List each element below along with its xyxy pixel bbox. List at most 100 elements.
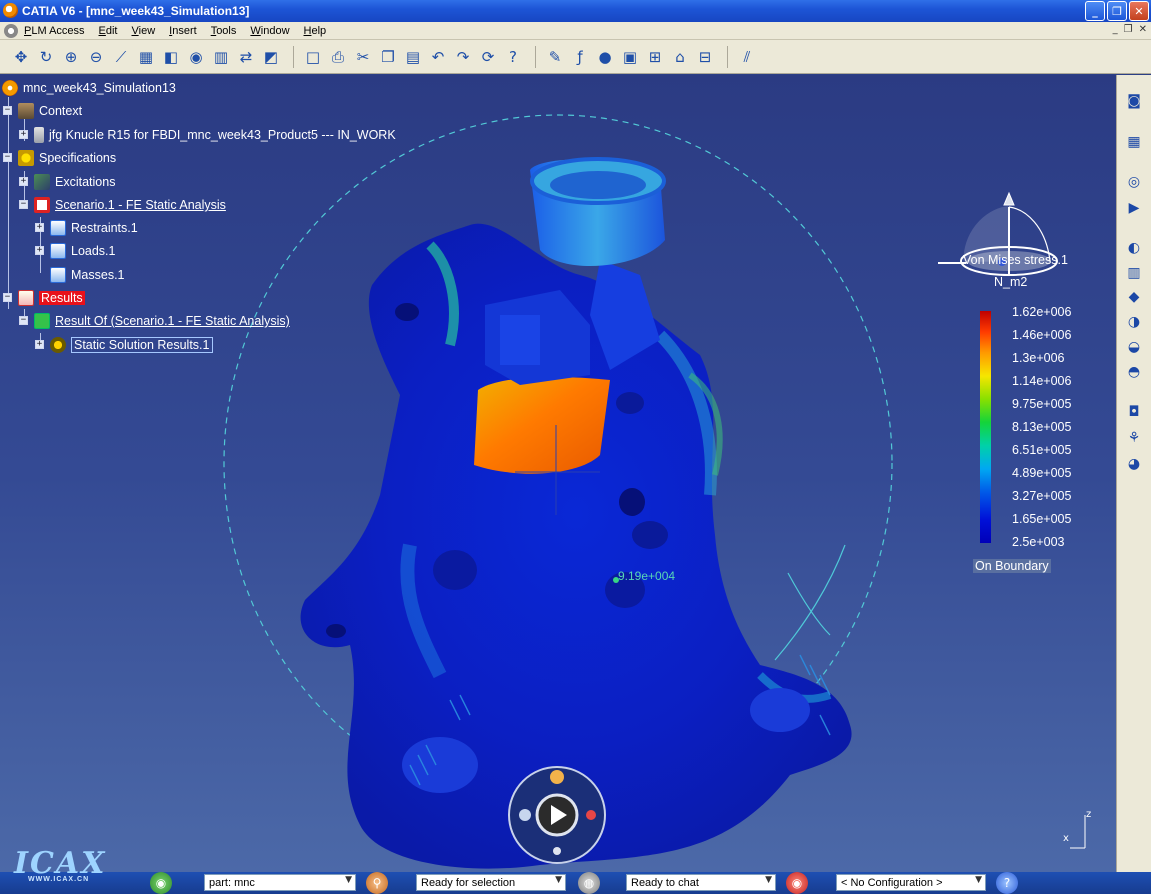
tree-item-excitations[interactable]: Excitations [34,172,115,192]
tree-expander[interactable]: − [3,293,12,302]
new-icon[interactable]: □ [302,46,324,68]
high-stress-region [474,377,610,474]
restore-button[interactable]: ❐ [1107,1,1127,21]
shading-icon[interactable]: ◉ [185,46,207,68]
zoom-in-icon[interactable]: ⊕ [60,46,82,68]
menu-plm-access[interactable]: PLM Access [24,25,85,37]
lock-icon[interactable]: ⌂ [669,46,691,68]
configuration-field[interactable]: < No Configuration > ▼ [836,874,986,891]
menu-tools[interactable]: Tools [211,25,237,37]
image-capture-icon[interactable]: ◘ [1123,401,1145,423]
doc-close-button[interactable]: ✕ [1139,24,1147,35]
part-search-field[interactable]: part: mnc ▼ [204,874,356,891]
tree-expander[interactable]: + [35,246,44,255]
rotate-icon[interactable]: ↻ [35,46,57,68]
tree-item-masses[interactable]: Masses.1 [50,265,125,285]
tree-expander[interactable]: − [3,153,12,162]
formula-icon[interactable]: ƒ [569,46,591,68]
tree-item-context[interactable]: Context [18,101,82,121]
product-icon [34,127,44,143]
menu-edit[interactable]: Edit [99,25,118,37]
tree-item-result-of[interactable]: Result Of (Scenario.1 - FE Static Analys… [34,311,290,331]
menu-window[interactable]: Window [250,25,289,37]
tree-expander[interactable]: − [19,200,28,209]
hide-show-icon[interactable]: ▥ [210,46,232,68]
catalog-icon[interactable]: ▣ [619,46,641,68]
communication-icon[interactable]: ◉ [786,872,808,894]
error-icon[interactable]: ◒ [1123,336,1145,358]
tree-item-scenario[interactable]: Scenario.1 - FE Static Analysis [34,195,226,215]
update-icon[interactable]: ⟳ [477,46,499,68]
tree-expander[interactable]: + [35,340,44,349]
swirl-icon[interactable]: ◎ [1123,171,1145,193]
multi-view-icon[interactable]: ▦ [135,46,157,68]
play-icon[interactable]: ▶ [1123,197,1145,219]
cut-icon[interactable]: ✂ [352,46,374,68]
displacement-icon[interactable]: ◆ [1123,286,1145,308]
stress-legend[interactable]: Von Mises stress.1 N_m2 1.62e+006 1.46e+… [955,253,1115,573]
help-icon[interactable]: ? [996,872,1018,894]
tree-root[interactable]: mnc_week43_Simulation13 [2,78,176,98]
document-menu-icon[interactable] [4,23,18,38]
copy-icon[interactable]: ❐ [377,46,399,68]
zoom-out-icon[interactable]: ⊖ [85,46,107,68]
chevron-down-icon[interactable]: ▼ [555,875,562,885]
menu-view[interactable]: View [132,25,156,37]
tree-item-results[interactable]: Results [18,288,85,308]
swap-icon[interactable]: ⇄ [235,46,257,68]
tree-expander[interactable]: − [19,316,28,325]
paste-icon[interactable]: ▤ [402,46,424,68]
chevron-down-icon[interactable]: ▼ [975,875,982,885]
chevron-down-icon[interactable]: ▼ [765,875,772,885]
deformation-icon[interactable]: ◐ [1123,237,1145,259]
normal-view-icon[interactable]: ⟋ [110,46,132,68]
command-wheel[interactable] [505,765,609,865]
minimize-button[interactable]: _ [1085,1,1105,21]
sketch-icon[interactable]: ✎ [544,46,566,68]
camera-icon[interactable]: ◙ [1123,90,1145,112]
cut-plane-icon[interactable]: ◕ [1123,453,1145,475]
tree-item-restraints[interactable]: Restraints.1 [50,218,138,238]
mesh-icon[interactable]: ▦ [1123,131,1145,153]
tree-icon[interactable]: ⊞ [644,46,666,68]
chevron-down-icon[interactable]: ▼ [345,875,352,885]
animate-icon[interactable]: ⚘ [1123,427,1145,449]
stress-icon[interactable]: ▥ [1123,262,1145,284]
menu-help[interactable]: Help [304,25,327,37]
comment-icon[interactable]: ● [594,46,616,68]
analysis-icon[interactable]: ⫽ [736,46,758,68]
measure-icon[interactable]: ⊟ [694,46,716,68]
tree-expander[interactable]: + [19,177,28,186]
report-icon[interactable]: ◓ [1123,361,1145,383]
chat-field[interactable]: Ready to chat ▼ [626,874,776,891]
redo-icon[interactable]: ↷ [452,46,474,68]
tree-expander[interactable]: + [19,130,28,139]
move-icon[interactable]: ✥ [10,46,32,68]
whats-this-icon[interactable]: ? [502,46,524,68]
tree-item-loads[interactable]: Loads.1 [50,241,115,261]
doc-minimize-button[interactable]: _ [1113,24,1118,35]
close-button[interactable]: ✕ [1129,1,1149,21]
menu-insert[interactable]: Insert [169,25,197,37]
results-icon [18,290,34,306]
tree-expander[interactable]: + [35,223,44,232]
iso-view-icon[interactable]: ◧ [160,46,182,68]
scenario-icon [34,197,50,213]
tree-item-static-solution[interactable]: Static Solution Results.1 [50,335,213,355]
tree-expander[interactable]: − [3,106,12,115]
search-icon[interactable]: ⚲ [366,872,388,894]
compass-button-icon[interactable]: ◉ [150,872,172,894]
tree-item-product[interactable]: jfg Knucle R15 for FBDI_mnc_week43_Produ… [34,125,396,145]
catia-app-icon[interactable] [3,3,18,18]
doc-restore-button[interactable]: ❐ [1124,24,1133,35]
undo-icon[interactable]: ↶ [427,46,449,68]
selection-field[interactable]: Ready for selection ▼ [416,874,566,891]
tree-item-specifications[interactable]: Specifications [18,148,116,168]
principal-stress-icon[interactable]: ◑ [1123,311,1145,333]
axis-x-label: x [1063,833,1069,844]
view-mode-icon[interactable]: ◩ [260,46,282,68]
3d-viewport[interactable]: mnc_week43_Simulation13 − Context + jfg … [0,75,1116,872]
chat-icon[interactable]: ◍ [578,872,600,894]
print-icon[interactable]: ⎙ [327,46,349,68]
axis-z-label: z [1086,809,1092,820]
